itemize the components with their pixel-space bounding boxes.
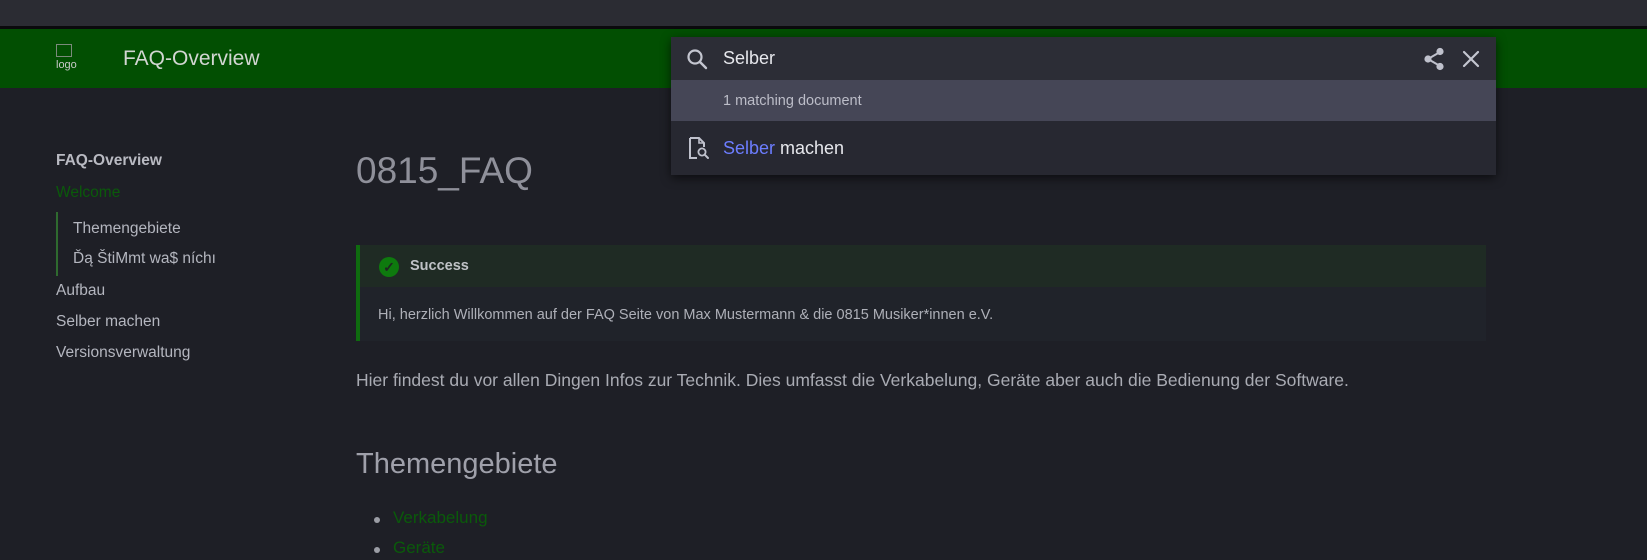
- check-circle-icon: ✓: [379, 257, 399, 277]
- site-title[interactable]: FAQ-Overview: [123, 47, 260, 71]
- broken-image-icon: [56, 44, 72, 57]
- sidebar-item-selber-machen[interactable]: Selber machen: [56, 313, 160, 331]
- admonition-title: Success: [410, 258, 469, 274]
- document-search-icon: [689, 137, 709, 159]
- result-title: Selber machen: [723, 138, 844, 159]
- sidebar-item-aufbau[interactable]: Aufbau: [56, 282, 105, 300]
- search-meta: 1 matching document: [671, 80, 1496, 121]
- search-dialog: 1 matching document Selber machen: [671, 37, 1496, 175]
- page-title: 0815_FAQ: [356, 150, 533, 191]
- close-icon[interactable]: [1459, 47, 1483, 71]
- match-count: 1 matching document: [723, 93, 862, 109]
- admonition-body: Hi, herzlich Willkommen auf der FAQ Seit…: [378, 307, 994, 323]
- topic-link-verkabelung[interactable]: Verkabelung: [393, 508, 488, 528]
- browser-top-strip: [0, 0, 1647, 29]
- topic-link-geraete[interactable]: Geräte: [393, 538, 445, 558]
- sidebar-item-da-stimmt[interactable]: Ďą ŠtiMmt wa$ níchı: [73, 250, 216, 268]
- search-bar: [671, 37, 1496, 80]
- bullet-dot: [374, 547, 380, 553]
- sidebar-heading[interactable]: FAQ-Overview: [56, 152, 162, 170]
- result-highlight: Selber: [723, 138, 776, 158]
- section-title: Themengebiete: [356, 448, 558, 480]
- result-title-rest: machen: [775, 138, 845, 158]
- share-icon[interactable]: [1421, 46, 1447, 72]
- sidebar-subnav: Themengebiete Ďą ŠtiMmt wa$ níchı: [56, 212, 238, 276]
- admonition-header: ✓ Success: [360, 245, 1486, 287]
- sidebar-item-welcome[interactable]: Welcome: [56, 184, 120, 202]
- sidebar-item-versionsverwaltung[interactable]: Versionsverwaltung: [56, 344, 190, 362]
- logo[interactable]: logo: [56, 44, 86, 74]
- logo-alt-text: logo: [56, 59, 77, 71]
- bullet-dot: [374, 517, 380, 523]
- search-icon: [687, 49, 708, 70]
- search-input[interactable]: [723, 46, 1323, 70]
- success-admonition: ✓ Success Hi, herzlich Willkommen auf de…: [356, 245, 1486, 341]
- search-result-item[interactable]: Selber machen: [671, 121, 1496, 175]
- sidebar-item-themengebiete[interactable]: Themengebiete: [73, 220, 181, 238]
- intro-paragraph: Hier findest du vor allen Dingen Infos z…: [356, 370, 1349, 390]
